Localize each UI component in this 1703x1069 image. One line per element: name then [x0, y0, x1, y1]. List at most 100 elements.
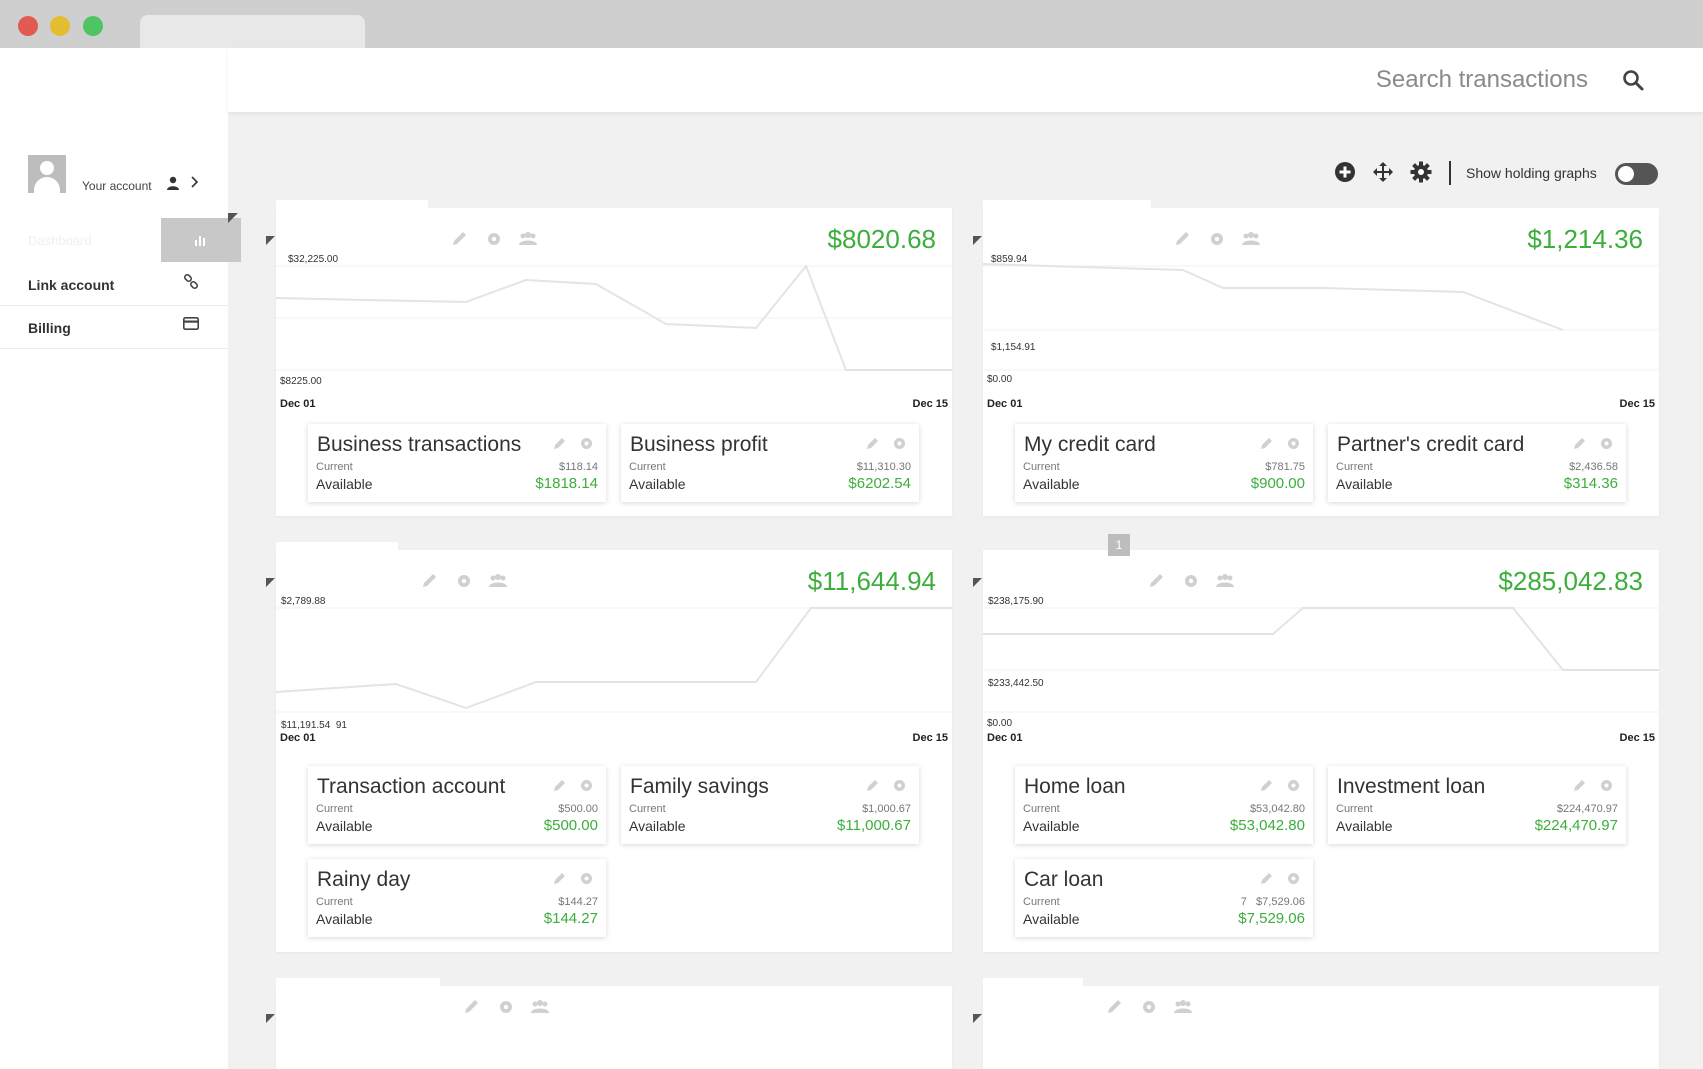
available-label: Available: [1023, 476, 1080, 492]
sidebar: Your account Dashboard Link account Bill…: [0, 48, 241, 1069]
account-card-business-transactions[interactable]: Business transactions Current $118.14 Av…: [308, 424, 606, 502]
available-balance: $900.00: [1250, 475, 1305, 492]
browser-tab[interactable]: [140, 15, 365, 48]
account-card-investment-loan[interactable]: Investment loan Current $224,470.97 Avai…: [1328, 766, 1626, 844]
pencil-icon[interactable]: [1259, 871, 1274, 886]
current-label: Current: [1336, 461, 1373, 473]
pencil-icon[interactable]: [1572, 436, 1587, 451]
balance-line-chart: $2,789.88 $11,191.54 91: [276, 596, 952, 731]
gear-icon[interactable]: [496, 998, 516, 1016]
search-input[interactable]: [1348, 62, 1588, 98]
current-label: Current: [629, 803, 666, 815]
panel-collapse-marker[interactable]: [973, 1014, 982, 1023]
account-card-transaction-account[interactable]: Transaction account Current $500.00 Avai…: [308, 766, 606, 844]
pencil-icon[interactable]: [1259, 436, 1274, 451]
chart-end-date: Dec 15: [1619, 398, 1655, 410]
panel-collapse-marker[interactable]: [266, 578, 275, 587]
sidebar-item-link-account[interactable]: Link account: [0, 263, 228, 306]
pencil-icon[interactable]: [462, 998, 482, 1016]
pencil-icon[interactable]: [552, 436, 567, 451]
balance-line-chart: $859.94 $1,154.91 $0.00: [983, 254, 1659, 385]
current-balance: $11,310.30: [856, 461, 911, 473]
minimize-window-button[interactable]: [50, 16, 70, 36]
sidebar-item-label: Billing: [28, 320, 71, 336]
panel-collapse-marker[interactable]: [973, 578, 982, 587]
gear-icon[interactable]: [1181, 572, 1201, 590]
available-balance: $1818.14: [535, 475, 598, 492]
pencil-icon[interactable]: [865, 436, 880, 451]
gear-icon[interactable]: [1207, 230, 1227, 248]
gear-icon[interactable]: [1286, 871, 1301, 886]
group-icon[interactable]: [1241, 230, 1261, 248]
pencil-icon[interactable]: [1259, 778, 1274, 793]
show-holding-graphs-toggle[interactable]: [1615, 163, 1658, 185]
pencil-icon[interactable]: [1572, 778, 1587, 793]
gear-icon[interactable]: [1286, 778, 1301, 793]
available-label: Available: [316, 476, 373, 492]
gear-icon[interactable]: [1139, 998, 1159, 1016]
gear-icon[interactable]: [579, 436, 594, 451]
account-card-partners-credit-card[interactable]: Partner's credit card Current $2,436.58 …: [1328, 424, 1626, 502]
account-name: Car loan: [1024, 868, 1104, 891]
pencil-icon[interactable]: [865, 778, 880, 793]
available-balance: $144.27: [543, 910, 598, 927]
search-icon[interactable]: [1621, 68, 1645, 92]
group-icon[interactable]: [1173, 998, 1193, 1016]
pencil-icon[interactable]: [1147, 572, 1167, 590]
group-icon[interactable]: [488, 572, 508, 590]
chevron-right-icon[interactable]: [190, 175, 200, 192]
account-card-car-loan[interactable]: Car loan Current 7 $7,529.06 Available $…: [1015, 859, 1313, 937]
gear-icon[interactable]: [892, 436, 907, 451]
gear-icon[interactable]: [1599, 778, 1614, 793]
sidebar-item-dashboard[interactable]: Dashboard: [0, 218, 241, 262]
pencil-icon[interactable]: [552, 871, 567, 886]
account-name: Business transactions: [317, 433, 522, 456]
pencil-icon[interactable]: [1173, 230, 1193, 248]
current-balance: $118.14: [559, 461, 598, 473]
panel-collapse-marker[interactable]: [266, 236, 275, 245]
maximize-window-button[interactable]: [83, 16, 103, 36]
available-label: Available: [1336, 818, 1393, 834]
current-balance: 7 $7,529.06: [1240, 896, 1305, 908]
account-card-my-credit-card[interactable]: My credit card Current $781.75 Available…: [1015, 424, 1313, 502]
account-group-panel: [973, 978, 1659, 1069]
available-balance: $224,470.97: [1534, 817, 1618, 834]
gear-icon[interactable]: [579, 778, 594, 793]
close-window-button[interactable]: [18, 16, 38, 36]
account-card-home-loan[interactable]: Home loan Current $53,042.80 Available $…: [1015, 766, 1313, 844]
account-group-panel: $11,644.94 $2,789.88 $11,191.54 91 Dec 0…: [266, 542, 952, 952]
panel-collapse-marker[interactable]: [266, 1014, 275, 1023]
account-card-family-savings[interactable]: Family savings Current $1,000.67 Availab…: [621, 766, 919, 844]
available-balance: $11,000.67: [837, 817, 911, 834]
your-account-label[interactable]: Your account: [82, 179, 152, 193]
current-label: Current: [1336, 803, 1373, 815]
user-icon: [166, 176, 180, 193]
available-balance: $53,042.80: [1229, 817, 1305, 834]
pencil-icon[interactable]: [552, 778, 567, 793]
gear-icon[interactable]: [579, 871, 594, 886]
account-card-business-profit[interactable]: Business profit Current $11,310.30 Avail…: [621, 424, 919, 502]
gear-icon[interactable]: [484, 230, 504, 248]
account-name: Rainy day: [317, 868, 411, 891]
panel-collapse-marker[interactable]: [973, 236, 982, 245]
move-icon[interactable]: [1372, 161, 1394, 183]
chart-start-date: Dec 01: [987, 732, 1023, 744]
add-icon[interactable]: [1334, 161, 1356, 183]
group-icon[interactable]: [518, 230, 538, 248]
pencil-icon[interactable]: [1105, 998, 1125, 1016]
gear-icon[interactable]: [892, 778, 907, 793]
account-name: Family savings: [630, 775, 769, 798]
gear-icon[interactable]: [1599, 436, 1614, 451]
pencil-icon[interactable]: [450, 230, 470, 248]
account-card-rainy-day[interactable]: Rainy day Current $144.27 Available $144…: [308, 859, 606, 937]
gear-icon[interactable]: [1410, 161, 1432, 183]
avatar[interactable]: [28, 155, 66, 193]
account-group-panel: $285,042.83 $238,175.90 $233,442.50 $0.0…: [973, 550, 1659, 952]
account-name: Transaction account: [317, 775, 506, 798]
group-icon[interactable]: [530, 998, 550, 1016]
pencil-icon[interactable]: [420, 572, 440, 590]
gear-icon[interactable]: [1286, 436, 1301, 451]
group-icon[interactable]: [1215, 572, 1235, 590]
gear-icon[interactable]: [454, 572, 474, 590]
sidebar-item-billing[interactable]: Billing: [0, 306, 228, 349]
